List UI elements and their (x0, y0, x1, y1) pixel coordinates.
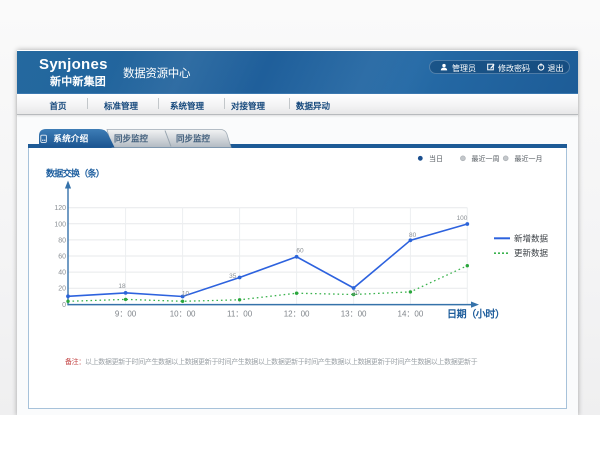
svg-text:同步监控: 同步监控 (114, 134, 149, 144)
svg-text:同步监控: 同步监控 (176, 134, 211, 144)
svg-text:系统介绍: 系统介绍 (53, 134, 88, 144)
